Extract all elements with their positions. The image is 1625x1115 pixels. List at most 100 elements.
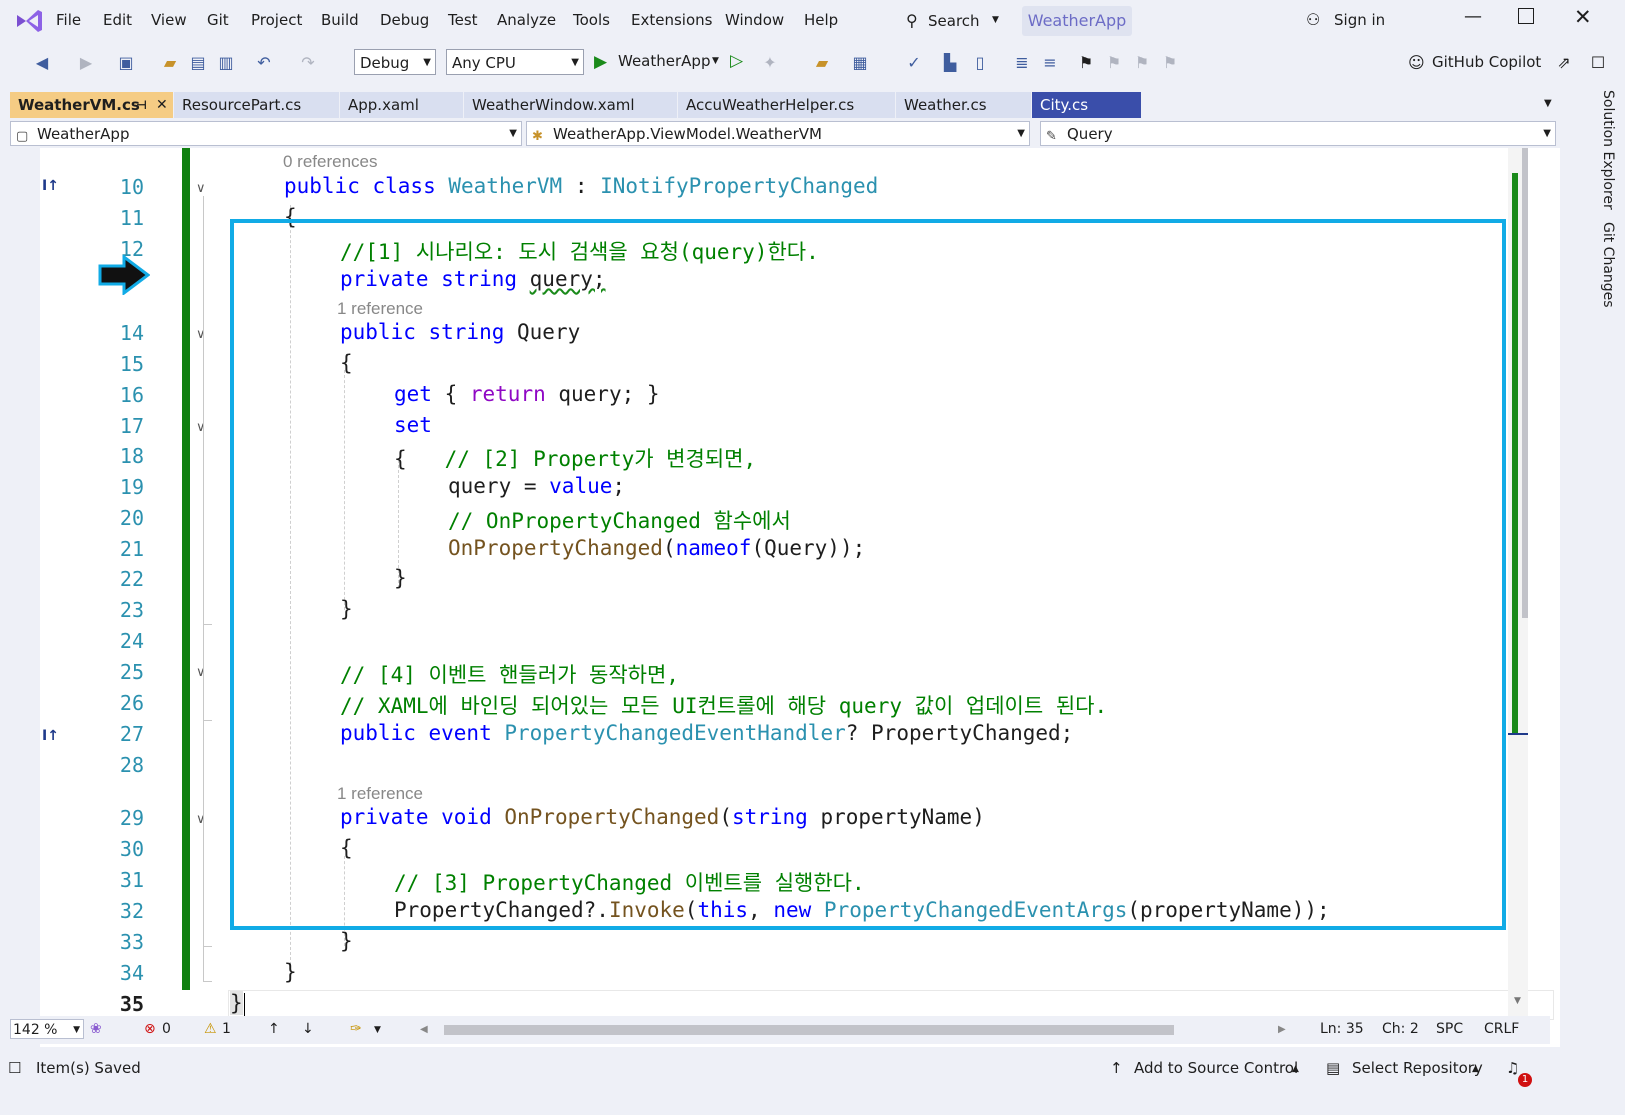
open-folder-icon[interactable]: ▰ [160,53,180,73]
share-icon[interactable]: ⇗ [1554,53,1574,73]
format-icon[interactable]: ▯ [970,53,990,73]
platform-value: Any CPU [452,54,516,72]
menu-view[interactable]: View [151,11,187,29]
start-without-debugging-icon[interactable]: ▷ [730,51,743,71]
start-debugging-icon[interactable]: ▶ [594,52,607,72]
sign-in-link[interactable]: Sign in [1334,11,1385,29]
line-indicator[interactable]: Ln: 35 [1320,1021,1364,1037]
comment-lines-icon[interactable]: ≣ [1012,53,1032,73]
layout-icon[interactable]: ▦ [850,53,870,73]
line-ending-indicator[interactable]: CRLF [1484,1021,1519,1037]
menu-analyze[interactable]: Analyze [497,11,556,29]
chevron-down-icon[interactable]: ▼ [374,1025,381,1035]
status-message-icon: ☐ [8,1059,22,1077]
vertical-scrollbar[interactable]: ▼ [1508,148,1528,1018]
line-number-current: 35 [119,992,144,1016]
menu-window[interactable]: Window [725,11,784,29]
close-tab-icon[interactable]: ✕ [156,92,168,118]
browse-folder-icon[interactable]: ▰ [812,53,832,73]
pin-icon[interactable]: ⊣ [136,92,147,118]
solution-explorer-tab[interactable]: Solution Explorer [1600,90,1616,210]
chevron-up-icon[interactable]: ▲ [1292,1064,1299,1074]
minimize-button[interactable]: — [1464,6,1482,27]
horizontal-scrollbar-thumb[interactable] [444,1025,1174,1035]
search-button[interactable]: ⚲ Search ▼ [906,8,1006,34]
menu-file[interactable]: File [56,11,81,29]
previous-bookmark-icon[interactable]: ⚑ [1104,53,1124,73]
column-indicator[interactable]: Ch: 2 [1382,1021,1419,1037]
error-count[interactable]: 0 [162,1021,171,1037]
save-all-icon[interactable]: ▥ [216,53,236,73]
notifications-bell-icon[interactable]: ♫ [1506,1059,1519,1077]
configuration-select[interactable]: Debug ▼ [354,49,436,75]
menu-help[interactable]: Help [804,11,838,29]
uncomment-lines-icon[interactable]: ≡ [1040,53,1060,73]
step-icon[interactable]: ▙ [940,53,960,73]
tab-city[interactable]: City.cs [1032,92,1142,118]
platform-select[interactable]: Any CPU ▼ [446,49,584,75]
next-issue-icon[interactable]: ↓ [302,1021,314,1037]
maximize-button[interactable] [1518,8,1534,24]
menu-extensions[interactable]: Extensions [631,11,712,29]
new-project-icon[interactable]: ▣ [116,53,136,73]
select-repository-button[interactable]: Select Repository [1352,1059,1483,1077]
repository-icon: ▤ [1326,1059,1341,1077]
intellicode-icon[interactable]: ❀ [90,1021,102,1037]
menu-project[interactable]: Project [251,11,302,29]
type-select[interactable]: ✱ WeatherApp.ViewModel.WeatherVM ▼ [526,121,1030,146]
hot-reload-icon[interactable]: ✦ [760,53,780,73]
previous-issue-icon[interactable]: ↑ [268,1021,280,1037]
collapse-icon[interactable]: ∨ [196,181,206,196]
start-target-button[interactable]: WeatherApp [618,52,710,70]
zoom-select[interactable]: 142 % ▼ [10,1019,84,1039]
spell-check-icon[interactable]: ✓ [904,53,924,73]
line-number: 11 [119,206,144,230]
solution-name-badge[interactable]: WeatherApp [1022,6,1132,36]
git-changes-tab[interactable]: Git Changes [1600,222,1616,308]
chevron-down-icon[interactable]: ▼ [712,56,719,66]
tab-resourcepart[interactable]: ResourcePart.cs [174,92,340,118]
warning-icon[interactable]: ⚠ [204,1021,217,1037]
whitespace-indicator[interactable]: SPC [1436,1021,1463,1037]
next-bookmark-icon[interactable]: ⚑ [1132,53,1152,73]
line-number: 26 [119,691,144,715]
scroll-left-icon[interactable]: ◀ [420,1024,428,1035]
tab-weather[interactable]: Weather.cs [896,92,1032,118]
menu-build[interactable]: Build [321,11,359,29]
code-lens-references[interactable]: 0 references [283,152,378,172]
menu-test[interactable]: Test [448,11,478,29]
member-select[interactable]: ✎ Query ▼ [1040,121,1556,146]
navigate-forward-icon[interactable]: ▶ [76,53,96,73]
project-select[interactable]: ▢ WeatherApp ▼ [10,121,522,146]
implements-interface-icon[interactable]: I↑ [42,178,59,194]
implements-interface-icon[interactable]: I↑ [42,728,59,744]
redo-icon[interactable]: ↷ [298,53,318,73]
error-icon[interactable]: ⊗ [144,1021,156,1037]
code-cleanup-icon[interactable]: ✑ [350,1021,362,1037]
scrollbar-thumb[interactable] [1522,148,1528,618]
close-window-button[interactable]: ✕ [1574,5,1592,29]
save-icon[interactable]: ▤ [188,53,208,73]
menu-tools[interactable]: Tools [573,11,610,29]
line-number: 10 [119,175,144,199]
chevron-up-icon[interactable]: ▲ [1472,1064,1479,1074]
navigate-back-icon[interactable]: ◀ [32,53,52,73]
warning-count[interactable]: 1 [222,1021,231,1037]
menu-edit[interactable]: Edit [103,11,132,29]
tab-app-xaml[interactable]: App.xaml [340,92,464,118]
tab-overflow-icon[interactable]: ▼ [1544,98,1552,109]
menu-git[interactable]: Git [207,11,229,29]
tab-accuweatherhelper[interactable]: AccuWeatherHelper.cs [678,92,896,118]
scroll-right-icon[interactable]: ▶ [1278,1024,1286,1035]
tab-weatherwindow[interactable]: WeatherWindow.xaml [464,92,678,118]
add-to-source-control-button[interactable]: Add to Source Control [1134,1059,1298,1077]
feedback-icon[interactable]: ☐ [1588,53,1608,73]
github-copilot-button[interactable]: GitHub Copilot [1432,53,1541,71]
bookmark-icon[interactable]: ⚑ [1076,53,1096,73]
scroll-down-icon[interactable]: ▼ [1514,996,1521,1006]
tab-weathervm[interactable]: WeatherVM.cs ⊣ ✕ [10,92,174,118]
undo-icon[interactable]: ↶ [254,53,274,73]
clear-bookmarks-icon[interactable]: ⚑ [1160,53,1180,73]
tab-label: WeatherWindow.xaml [472,96,635,114]
menu-debug[interactable]: Debug [380,11,429,29]
